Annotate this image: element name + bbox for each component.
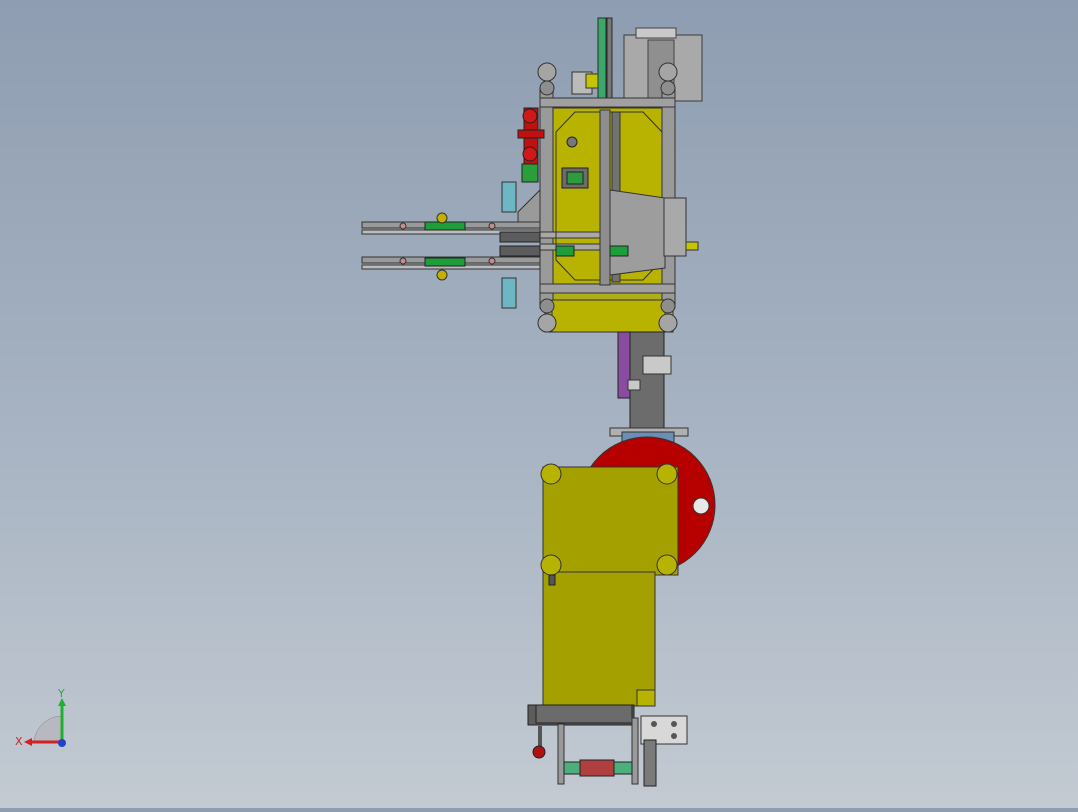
red-disc-hole (692, 497, 710, 515)
lower-housing (540, 463, 679, 707)
triad-quadrant (33, 715, 63, 743)
view-orientation-triad[interactable]: Y X (14, 687, 74, 748)
top-motor-housing (571, 17, 703, 103)
assembly-drawing (361, 17, 716, 787)
y-axis-label: Y (57, 688, 65, 700)
side-rollers (501, 181, 541, 309)
x-axis-label: X (15, 735, 23, 748)
z-axis-dot (58, 739, 66, 747)
bottom-mechanism (527, 704, 688, 787)
triad-graphic: Y X (15, 687, 66, 748)
upper-frame (539, 87, 699, 333)
belt-arms (361, 212, 541, 281)
cad-viewport[interactable] (0, 0, 1078, 808)
x-axis-head (24, 738, 32, 746)
